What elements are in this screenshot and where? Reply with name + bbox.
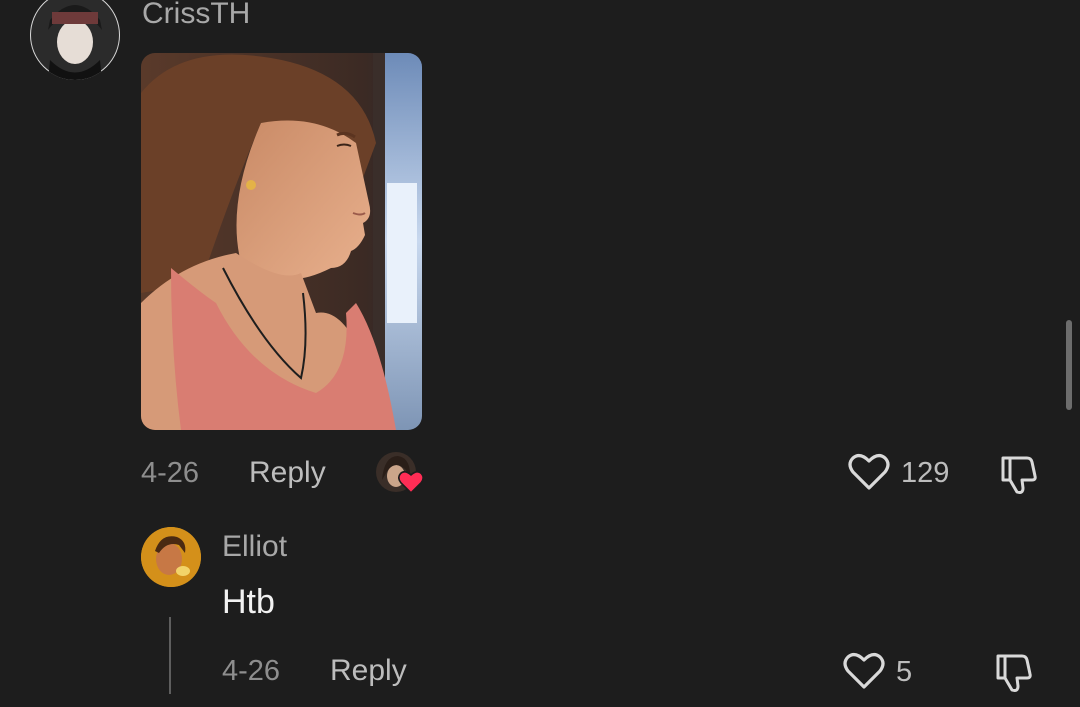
heart-outline-icon — [843, 653, 885, 689]
like-count: 129 — [901, 457, 950, 489]
avatar-elliot-image — [141, 527, 201, 587]
avatar-crissth-image — [30, 0, 120, 80]
avatar-elliot[interactable] — [141, 527, 201, 587]
comment-text: Htb — [222, 583, 275, 621]
like-button[interactable] — [847, 452, 891, 494]
heart-outline-icon — [848, 454, 890, 490]
thumbs-down-icon — [996, 654, 1032, 692]
avatar-crissth[interactable] — [30, 0, 120, 80]
comment-photo[interactable] — [141, 53, 422, 430]
like-count: 5 — [896, 656, 913, 688]
comment-date: 4-26 — [141, 457, 200, 489]
reply-thread-line — [169, 617, 171, 694]
like-button[interactable] — [842, 651, 886, 693]
thumbs-down-icon — [1001, 456, 1037, 494]
dislike-button[interactable] — [992, 650, 1036, 694]
comment-username[interactable]: CrissTH — [142, 0, 250, 29]
dislike-button[interactable] — [997, 452, 1041, 496]
heart-badge-icon — [398, 470, 424, 494]
reply-button[interactable]: Reply — [249, 458, 326, 488]
comment-date: 4-26 — [222, 655, 281, 687]
creator-liked-badge — [376, 452, 424, 496]
reply-button[interactable]: Reply — [330, 656, 407, 686]
scrollbar-thumb[interactable] — [1066, 320, 1072, 410]
portrait-photo-image — [141, 53, 422, 430]
comment-username[interactable]: Elliot — [222, 532, 287, 562]
